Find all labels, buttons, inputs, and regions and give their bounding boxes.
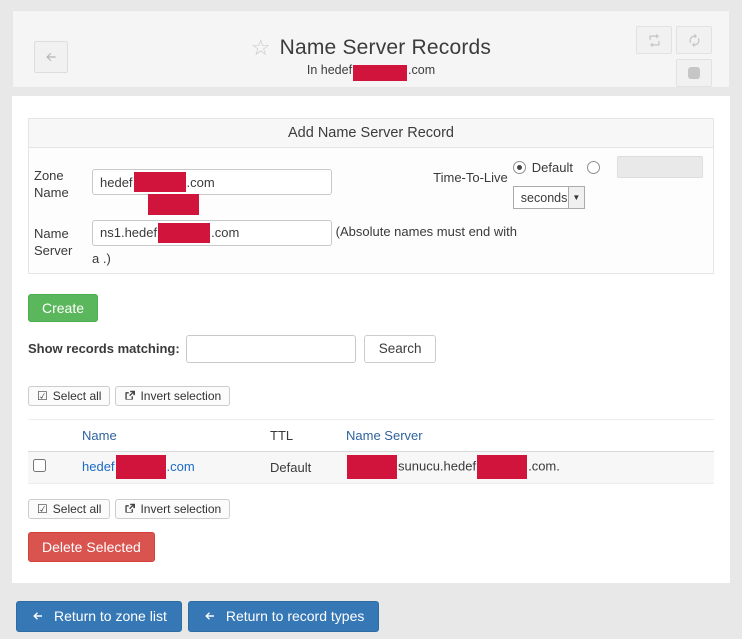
ttl-column-header: TTL (270, 419, 346, 451)
table-header-row: Name TTL Name Server (28, 419, 714, 451)
title-block: ☆ Name Server Records In hedef.com (13, 11, 729, 77)
arrow-left-icon (31, 610, 45, 622)
checkbox-checked-icon: ☑ (37, 503, 48, 515)
name-server-input[interactable]: ns1.hedef .com (92, 220, 332, 246)
ttl-unit-select[interactable]: seconds ▼ (513, 186, 585, 209)
refresh-icon (687, 33, 702, 48)
arrow-left-icon (43, 50, 59, 64)
checkbox-column-header (28, 419, 70, 451)
stop-button[interactable] (676, 59, 712, 87)
record-name-server: sunucu.hedef.com. (346, 451, 714, 483)
star-outline-icon[interactable]: ☆ (251, 37, 271, 59)
selection-buttons-bottom: ☑ Select all Invert selection (28, 499, 714, 519)
records-table: Name TTL Name Server hedef.com Default s… (28, 419, 714, 484)
ttl-custom-radio[interactable] (587, 161, 600, 174)
select-all-button[interactable]: ☑ Select all (28, 499, 110, 519)
redaction (134, 172, 186, 192)
ttl-unit-value: seconds (514, 187, 568, 208)
arrow-left-icon (203, 610, 217, 622)
main-content: Add Name Server Record Zone Name hedef.c… (12, 96, 730, 583)
form-title: Add Name Server Record (29, 119, 713, 148)
ttl-label: Time-To-Live (433, 170, 508, 185)
ns-value-suffix: .com (211, 220, 239, 245)
redaction (347, 455, 397, 479)
ns-value-prefix: ns1.hedef (100, 220, 157, 245)
page-header: ☆ Name Server Records In hedef.com (12, 10, 730, 88)
search-button[interactable]: Search (364, 335, 437, 363)
chevron-down-icon: ▼ (568, 187, 584, 208)
add-record-form: Add Name Server Record Zone Name hedef .c… (28, 118, 714, 274)
select-all-button[interactable]: ☑ Select all (28, 386, 110, 406)
record-name-link[interactable]: hedef.com (82, 459, 195, 474)
delete-selected-button[interactable]: Delete Selected (28, 532, 155, 562)
search-row: Show records matching: Search (28, 335, 714, 363)
footer: Return to zone list Return to record typ… (16, 601, 730, 632)
header-actions (636, 26, 712, 87)
zone-name-value-suffix: .com (187, 175, 215, 190)
return-to-zone-list-button[interactable]: Return to zone list (16, 601, 182, 632)
share-arrow-icon (124, 503, 135, 514)
checkbox-checked-icon: ☑ (37, 390, 48, 402)
table-row: hedef.com Default sunucu.hedef.com. (28, 451, 714, 483)
search-label: Show records matching: (28, 341, 180, 356)
back-button[interactable] (34, 41, 68, 73)
search-input[interactable] (186, 335, 356, 363)
redaction (158, 223, 210, 243)
module-swap-button[interactable] (636, 26, 672, 54)
stop-square-icon (688, 67, 700, 79)
zone-name-value-prefix: hedef (100, 175, 133, 190)
ttl-default-radio[interactable] (513, 161, 526, 174)
ttl-default-label: Default (532, 160, 573, 175)
return-to-record-types-button[interactable]: Return to record types (188, 601, 380, 632)
invert-selection-button[interactable]: Invert selection (115, 386, 230, 406)
row-checkbox[interactable] (33, 459, 46, 472)
name-server-label: Name Server (34, 225, 92, 259)
create-button[interactable]: Create (28, 294, 98, 322)
sort-by-name-server-link[interactable]: Name Server (346, 428, 423, 443)
refresh-button[interactable] (676, 26, 712, 54)
redaction (116, 455, 166, 479)
retweet-icon (646, 33, 663, 48)
page-subtitle: In hedef.com (13, 63, 729, 77)
selection-buttons-top: ☑ Select all Invert selection (28, 386, 714, 406)
redaction (353, 65, 407, 81)
zone-name-label: Zone Name (34, 167, 92, 201)
redaction (148, 194, 199, 215)
share-arrow-icon (124, 390, 135, 401)
page-title: Name Server Records (280, 36, 492, 60)
invert-selection-button[interactable]: Invert selection (115, 499, 230, 519)
redaction (477, 455, 527, 479)
zone-name-input[interactable]: hedef .com (92, 169, 332, 195)
ttl-custom-input[interactable] (617, 156, 703, 178)
record-ttl: Default (270, 451, 346, 483)
sort-by-name-link[interactable]: Name (82, 428, 117, 443)
